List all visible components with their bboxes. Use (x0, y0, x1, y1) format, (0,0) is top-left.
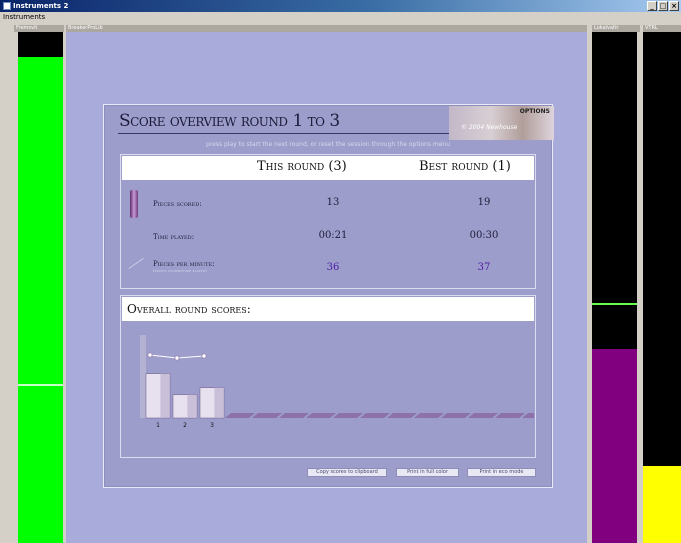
chart-empty-slot (279, 413, 309, 418)
score-table-header: This round (3) Best round (1) (122, 156, 534, 180)
wand-icon (128, 257, 144, 270)
chart-empty-slot (468, 413, 498, 418)
header-best-round: Best round (1) (419, 159, 511, 174)
row-label-ppm-sub: (pieces scored/time played) (153, 268, 207, 273)
chart-empty-slot (441, 413, 471, 418)
copy-scores-button[interactable]: Copy scores to clipboard (307, 468, 387, 477)
chart-category-label: 2 (183, 422, 187, 429)
panel-subtitle: press play to start the next round, or r… (205, 141, 450, 148)
this-ppm: 36 (326, 262, 340, 273)
maximize-button[interactable]: □ (658, 1, 668, 11)
chart-category-label: 3 (210, 422, 214, 429)
pane-header-left: Fremsvit (14, 25, 64, 32)
pane-header-main: BreakerProLib (66, 25, 587, 32)
best-time: 00:30 (469, 230, 499, 241)
close-button[interactable]: × (669, 1, 679, 11)
chart-empty-slot (333, 413, 363, 418)
overall-scores-box: Overall round scores: 1 2 3 (120, 295, 536, 458)
overall-chart: 1 2 3 (140, 335, 534, 429)
left-meter (18, 32, 63, 543)
chart-empty-slot (387, 413, 417, 418)
pane-header-right1: Lokalvaltr (592, 25, 640, 32)
row-label-ppm-text: Pieces per minute: (153, 260, 215, 268)
row-label-pieces: Pieces scored: (153, 200, 202, 208)
chart-empty-slot (252, 413, 282, 418)
chart-empty-slot (225, 413, 255, 418)
score-table: This round (3) Best round (1) Pieces sco… (120, 154, 536, 289)
chart-line-point (201, 353, 207, 359)
this-time: 00:21 (318, 230, 348, 241)
main-pane: Score overview round 1 to 3 OPTIONS © 20… (66, 32, 587, 543)
title-bar: Instruments 2 _ □ × (0, 0, 681, 12)
chart-category-label: 1 (156, 422, 160, 429)
score-overview-panel: Score overview round 1 to 3 OPTIONS © 20… (103, 104, 554, 488)
chart-empty-slot (306, 413, 336, 418)
chart-line-point (174, 355, 180, 361)
options-button[interactable]: OPTIONS (520, 108, 550, 115)
best-pieces: 19 (477, 197, 491, 208)
left-meter-fill (18, 57, 63, 543)
right-meter-2-fill (643, 466, 681, 543)
minimize-button[interactable]: _ (647, 1, 657, 11)
right-meter-1-marker (592, 303, 637, 305)
chart-bar-shade (214, 387, 224, 418)
this-pieces: 13 (326, 197, 340, 208)
overall-title: Overall round scores: (127, 302, 251, 316)
overall-header: Overall round scores: (122, 297, 534, 321)
menu-item-instruments[interactable]: Instruments (3, 13, 45, 21)
app-icon (3, 2, 11, 10)
chart-axis-column (140, 335, 146, 418)
row-label-ppm: Pieces per minute: (pieces scored/time p… (153, 260, 215, 273)
right-meter-1 (592, 32, 637, 543)
header-this-round: This round (3) (257, 159, 347, 174)
right-meter-1-fill (592, 349, 637, 543)
best-ppm: 37 (477, 262, 491, 273)
panel-title: Score overview round 1 to 3 (119, 111, 340, 131)
print-full-color-button[interactable]: Print in full color (396, 468, 459, 477)
window-title: Instruments 2 (13, 2, 69, 10)
pane-header-right2: VTRL (643, 25, 681, 32)
logo-options[interactable]: OPTIONS © 2004 Newhouse (449, 106, 554, 140)
logo-copyright: © 2004 Newhouse (461, 124, 518, 131)
chart-empty-slot (414, 413, 444, 418)
right-meter-2 (643, 32, 681, 543)
print-eco-button[interactable]: Print in eco mode (467, 468, 536, 477)
chart-line-point (147, 352, 153, 358)
chart-bar-shade (187, 394, 197, 418)
left-meter-marker (18, 384, 63, 386)
chart-empty-slot (360, 413, 390, 418)
row-label-time: Time played: (153, 233, 195, 241)
chart-empty-slot (495, 413, 525, 418)
menu-bar: Instruments (0, 12, 681, 22)
pieces-icon (130, 190, 138, 218)
chart-bar-shade (160, 373, 170, 418)
